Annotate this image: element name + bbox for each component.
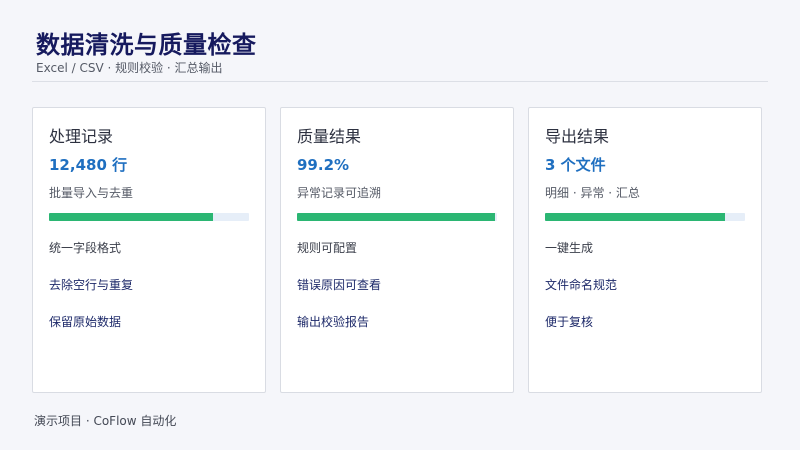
page-subtitle: Excel / CSV · 规则校验 · 汇总输出 — [36, 61, 223, 75]
card-value: 12,480 行 — [49, 156, 128, 174]
card-item: 便于复核 — [545, 315, 594, 329]
progress-bar-fill — [545, 213, 725, 221]
card-item: 去除空行与重复 — [49, 278, 134, 292]
card-value: 3 个文件 — [545, 156, 606, 174]
card-title: 质量结果 — [297, 127, 362, 146]
card-item: 输出校验报告 — [297, 315, 370, 329]
card-item: 保留原始数据 — [49, 315, 122, 329]
card-description: 批量导入与去重 — [49, 186, 134, 200]
card-description: 异常记录可追溯 — [297, 186, 382, 200]
card-item: 统一字段格式 — [49, 241, 122, 255]
progress-bar-fill — [49, 213, 213, 221]
card-export: 导出结果 3 个文件 明细 · 异常 · 汇总 一键生成 文件命名规范 便于复核 — [528, 107, 762, 393]
progress-bar — [49, 213, 249, 221]
progress-bar-fill — [297, 213, 496, 221]
progress-bar — [297, 213, 497, 221]
card-quality: 质量结果 99.2% 异常记录可追溯 规则可配置 错误原因可查看 输出校验报告 — [280, 107, 514, 393]
footer-text: 演示项目 · CoFlow 自动化 — [34, 414, 177, 428]
card-item: 错误原因可查看 — [297, 278, 382, 292]
card-title: 导出结果 — [545, 127, 610, 146]
progress-bar — [545, 213, 745, 221]
card-title: 处理记录 — [49, 127, 114, 146]
card-item: 一键生成 — [545, 241, 594, 255]
cards-row: 处理记录 12,480 行 批量导入与去重 统一字段格式 去除空行与重复 保留原… — [32, 107, 762, 393]
card-item: 文件命名规范 — [545, 278, 618, 292]
card-description: 明细 · 异常 · 汇总 — [545, 186, 640, 200]
page-title: 数据清洗与质量检查 — [36, 31, 257, 59]
page-header: 数据清洗与质量检查 Excel / CSV · 规则校验 · 汇总输出 — [36, 30, 766, 76]
card-records: 处理记录 12,480 行 批量导入与去重 统一字段格式 去除空行与重复 保留原… — [32, 107, 266, 393]
card-value: 99.2% — [297, 156, 350, 174]
card-item: 规则可配置 — [297, 241, 358, 255]
header-divider — [32, 81, 768, 82]
